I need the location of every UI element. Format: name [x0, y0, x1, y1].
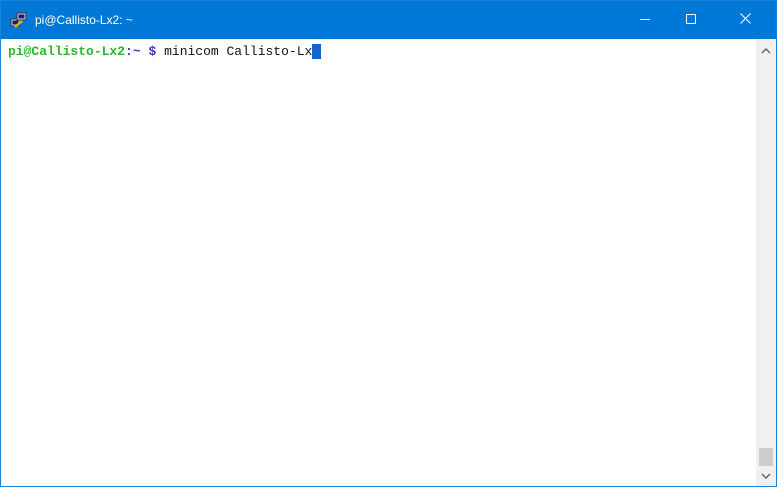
- prompt-user-host: pi@Callisto-Lx2: [8, 44, 126, 59]
- prompt-dollar: $: [148, 44, 157, 59]
- prompt-separator: :: [125, 44, 133, 59]
- command-text: minicom Callisto-Lx: [164, 44, 313, 59]
- maximize-button[interactable]: [668, 1, 714, 39]
- minimize-icon: [640, 11, 650, 29]
- terminal-area[interactable]: pi@Callisto-Lx2:~ $ minicom Callisto-Lx: [1, 39, 756, 486]
- prompt-path: ~: [132, 44, 141, 59]
- close-icon: [739, 11, 751, 29]
- terminal-window: pi@Callisto-Lx2: ~ pi@Callisto-Lx2:~ $ m…: [0, 0, 777, 487]
- maximize-icon: [686, 11, 696, 29]
- putty-icon[interactable]: [10, 11, 28, 29]
- chevron-up-icon: [761, 41, 771, 59]
- close-button[interactable]: [714, 1, 776, 39]
- scroll-down-button[interactable]: [756, 467, 776, 485]
- text-cursor: [312, 44, 322, 59]
- title-bar[interactable]: pi@Callisto-Lx2: ~: [1, 1, 776, 39]
- prompt-line: pi@Callisto-Lx2:~ $ minicom Callisto-Lx: [8, 44, 322, 59]
- minimize-button[interactable]: [622, 1, 668, 39]
- scroll-up-button[interactable]: [756, 41, 776, 59]
- window-title: pi@Callisto-Lx2: ~: [35, 13, 133, 27]
- scroll-thumb[interactable]: [759, 448, 773, 466]
- vertical-scrollbar[interactable]: [756, 39, 776, 486]
- chevron-down-icon: [761, 467, 771, 485]
